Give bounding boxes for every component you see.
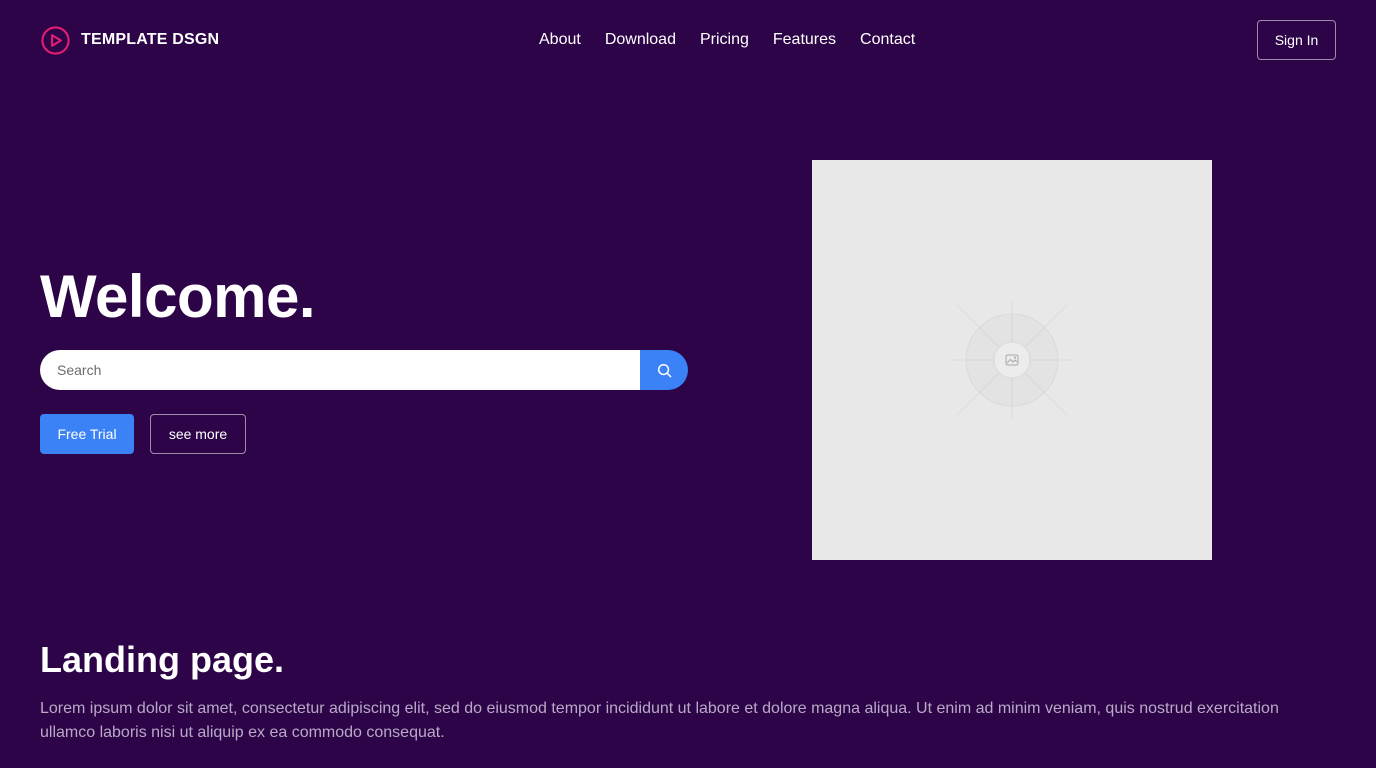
see-more-button[interactable]: see more <box>150 414 246 454</box>
image-placeholder-icon <box>947 295 1077 425</box>
search-input[interactable] <box>40 350 640 390</box>
brand-name: TEMPLATE DSGN <box>81 31 220 48</box>
section-title: Landing page. <box>40 639 285 680</box>
sign-in-button[interactable]: Sign In <box>1257 20 1336 60</box>
hero-actions: Free Trial see more <box>40 414 246 454</box>
free-trial-button[interactable]: Free Trial <box>40 414 134 454</box>
nav-link-pricing[interactable]: Pricing <box>700 31 749 49</box>
play-circle-icon <box>40 25 71 56</box>
site-header: TEMPLATE DSGN About Download Pricing Fea… <box>0 0 1376 80</box>
section-body: Lorem ipsum dolor sit amet, consectetur … <box>40 700 1279 741</box>
nav-link-download[interactable]: Download <box>605 31 676 49</box>
search-bar <box>40 350 688 390</box>
brand[interactable]: TEMPLATE DSGN <box>40 24 219 56</box>
nav-link-contact[interactable]: Contact <box>860 31 915 49</box>
hero-image-placeholder <box>812 160 1212 560</box>
hero-title: Welcome. <box>40 263 316 330</box>
main-nav: About Download Pricing Features Contact <box>539 28 915 52</box>
search-icon <box>657 363 672 378</box>
nav-link-features[interactable]: Features <box>773 31 836 49</box>
landing-page: TEMPLATE DSGN About Download Pricing Fea… <box>0 0 1376 768</box>
nav-link-about[interactable]: About <box>539 31 581 49</box>
search-button[interactable] <box>640 350 688 390</box>
